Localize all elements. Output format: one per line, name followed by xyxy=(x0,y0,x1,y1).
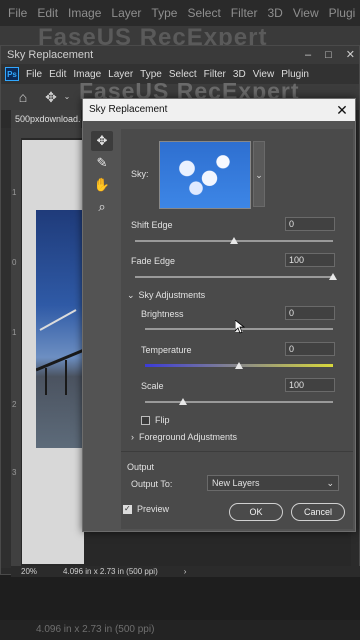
output-to-label: Output To: xyxy=(131,479,173,489)
foreground-adjustments-header[interactable]: › Foreground Adjustments xyxy=(131,432,237,442)
sky-preset-thumbnail[interactable] xyxy=(159,141,251,209)
bg-menu-edit: Edit xyxy=(37,6,59,20)
ok-button[interactable]: OK xyxy=(229,503,283,521)
ruler-mark: 2 xyxy=(12,400,17,409)
fade-edge-track[interactable] xyxy=(135,276,333,278)
output-section-label: Output xyxy=(127,462,155,472)
bg-menu-3d: 3D xyxy=(267,6,283,20)
temperature-label: Temperature xyxy=(141,345,192,355)
bg-menu-image: Image xyxy=(68,6,102,20)
fade-edge-thumb[interactable] xyxy=(329,273,337,280)
close-window-button[interactable]: ✕ xyxy=(346,46,355,64)
hand-icon[interactable]: ✋ xyxy=(91,175,113,195)
brush-icon[interactable]: ✎ xyxy=(91,153,113,173)
scale-field[interactable]: 100 xyxy=(285,378,335,392)
window-controls: – □ ✕ xyxy=(305,46,355,64)
flip-checkbox[interactable] xyxy=(141,416,150,425)
tools-panel xyxy=(1,128,11,568)
bg-menu-plugins: Plugi xyxy=(328,6,356,20)
mouse-cursor-icon xyxy=(235,320,245,334)
zoom-level: 20% xyxy=(21,567,38,576)
shift-edge-label: Shift Edge xyxy=(131,220,173,230)
zoom-icon[interactable]: ⌕ xyxy=(91,197,113,217)
fade-edge-field[interactable]: 100 xyxy=(285,253,335,267)
scale-track[interactable] xyxy=(145,401,333,403)
preview-label: Preview xyxy=(137,504,170,514)
bg-menu-filter: Filter xyxy=(230,6,258,20)
home-icon[interactable]: ⌂ xyxy=(15,89,31,105)
sky-adjustments-header[interactable]: ⌄ Sky Adjustments xyxy=(127,290,205,301)
divider xyxy=(121,451,353,452)
ruler-mark: 3 xyxy=(12,468,17,477)
foreground-adjustments-label: Foreground Adjustments xyxy=(139,432,238,442)
bg-menu-layer: Layer xyxy=(111,6,142,20)
ruler-mark: 1 xyxy=(12,188,17,197)
scale-thumb[interactable] xyxy=(178,398,187,405)
temperature-field[interactable]: 0 xyxy=(285,342,335,356)
move-icon[interactable]: ✥ xyxy=(91,131,113,151)
move-tool-icon[interactable]: ✥ xyxy=(43,89,59,105)
ruler-mark: 1 xyxy=(12,328,17,337)
chevron-down-icon[interactable]: ⌄ xyxy=(59,89,75,105)
shift-edge-field[interactable]: 0 xyxy=(285,217,335,231)
sky-adjustments-label: Sky Adjustments xyxy=(138,290,206,300)
document-size: 4.096 in x 2.73 in (500 ppi) xyxy=(63,567,158,576)
chevron-right-icon: › xyxy=(131,432,134,442)
sky-replacement-dialog: Sky Replacement ✕ ✥ ✎ ✋ ⌕ Sky: ⌄ Shift E… xyxy=(82,98,356,532)
background-menubar: File Edit Image Layer Type Select Filter… xyxy=(0,0,360,26)
chevron-down-icon: ⌄ xyxy=(127,290,135,300)
shift-edge-thumb[interactable] xyxy=(230,237,238,244)
bg-menu-type: Type xyxy=(151,6,178,20)
fade-edge-label: Fade Edge xyxy=(131,256,176,266)
bg-menu-select: Select xyxy=(187,6,221,20)
temperature-thumb[interactable] xyxy=(235,362,243,369)
chevron-down-icon: ⌄ xyxy=(326,478,334,488)
sky-dropdown-icon[interactable]: ⌄ xyxy=(253,141,265,207)
status-bar: 20% 4.096 in x 2.73 in (500 ppi) › xyxy=(11,566,360,577)
ruler-vertical: 1 0 1 2 3 xyxy=(11,138,21,568)
dialog-tools: ✥ ✎ ✋ ⌕ xyxy=(91,131,113,217)
brightness-label: Brightness xyxy=(141,309,184,319)
bg-menu-view: View xyxy=(292,6,319,20)
menu-edit[interactable]: Edit xyxy=(49,69,66,80)
output-to-select[interactable]: New Layers ⌄ xyxy=(207,475,339,491)
sky-label: Sky: xyxy=(131,169,149,179)
status-arrow-icon[interactable]: › xyxy=(184,566,187,577)
background-status-bar: 4.096 in x 2.73 in (500 ppi) xyxy=(0,620,360,640)
output-to-value: New Layers xyxy=(212,478,260,488)
minimize-button[interactable]: – xyxy=(305,46,311,64)
flip-label: Flip xyxy=(155,415,170,425)
photoshop-logo: Ps xyxy=(5,67,19,81)
dialog-title: Sky Replacement xyxy=(83,99,355,121)
bg-menu-file: File xyxy=(8,6,28,20)
document-tab[interactable]: 500pxdownload.ca xyxy=(11,110,81,128)
cancel-button[interactable]: Cancel xyxy=(291,503,345,521)
maximize-button[interactable]: □ xyxy=(325,46,332,64)
brightness-field[interactable]: 0 xyxy=(285,306,335,320)
ruler-mark: 0 xyxy=(12,258,17,267)
menu-file[interactable]: File xyxy=(26,69,42,80)
bridge-image xyxy=(36,309,84,395)
close-icon[interactable]: ✕ xyxy=(335,99,349,121)
preview-checkbox[interactable] xyxy=(123,504,132,514)
scale-label: Scale xyxy=(141,381,164,391)
document-photo xyxy=(36,210,84,448)
